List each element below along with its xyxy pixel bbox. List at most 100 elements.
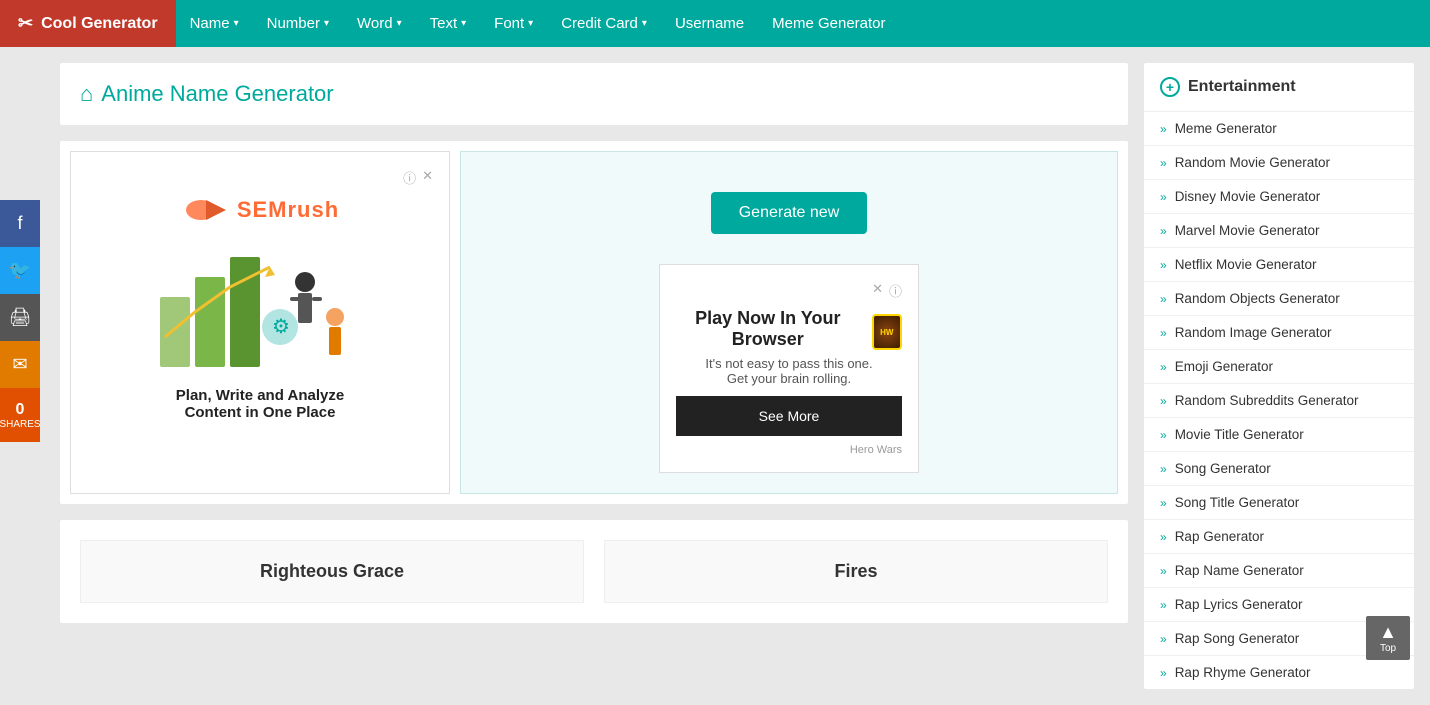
top-navigation: ✂ Cool Generator Name ▾ Number ▾ Word ▾ … (0, 0, 1430, 47)
result-card-2: Fires (604, 540, 1108, 603)
brand-name: Cool Generator (41, 15, 157, 33)
generate-area: Generate new ✕ ⓘ Play Now In Your Browse… (460, 151, 1118, 494)
sidebar-item-rap-rhyme-generator[interactable]: » Rap Rhyme Generator (1144, 656, 1414, 689)
generate-button[interactable]: Generate new (711, 192, 868, 234)
nav-item-word[interactable]: Word ▾ (343, 0, 416, 47)
scroll-to-top-button[interactable]: ▲ Top (1366, 616, 1410, 660)
dropdown-arrow-icon: ▾ (528, 18, 533, 29)
hero-wars-badge-icon: HW (872, 314, 902, 350)
page-header: ⌂ Anime Name Generator (60, 63, 1128, 125)
scroll-up-arrow-icon: ▲ (1379, 622, 1397, 643)
inner-ad-footer: Hero Wars (676, 444, 902, 456)
chevron-right-icon: » (1160, 666, 1167, 680)
sidebar-item-emoji-generator[interactable]: » Emoji Generator (1144, 350, 1414, 384)
sidebar-item-random-subreddits-generator[interactable]: » Random Subreddits Generator (1144, 384, 1414, 418)
sidebar-item-rap-name-generator[interactable]: » Rap Name Generator (1144, 554, 1414, 588)
print-icon: 🖨 (9, 307, 32, 328)
inner-ad-close-icon[interactable]: ✕ (872, 281, 883, 300)
inner-ad-title: Play Now In Your Browser (676, 308, 860, 350)
chevron-right-icon: » (1160, 564, 1167, 578)
inner-ad-subtitle: It's not easy to pass this one.Get your … (676, 356, 902, 386)
brand-logo[interactable]: ✂ Cool Generator (0, 0, 176, 47)
print-button[interactable]: 🖨 (0, 294, 40, 341)
scissors-icon: ✂ (18, 13, 33, 34)
chevron-right-icon: » (1160, 224, 1167, 238)
twitter-share-button[interactable]: 🐦 (0, 247, 40, 294)
chevron-right-icon: » (1160, 326, 1167, 340)
shares-counter: 0 SHARES (0, 388, 40, 442)
chevron-right-icon: » (1160, 428, 1167, 442)
sidebar-item-random-objects-generator[interactable]: » Random Objects Generator (1144, 282, 1414, 316)
chevron-right-icon: » (1160, 360, 1167, 374)
nav-items: Name ▾ Number ▾ Word ▾ Text ▾ Font ▾ Cre… (176, 0, 900, 47)
semrush-brand-text: SEMrush (237, 197, 339, 223)
chevron-right-icon: » (1160, 258, 1167, 272)
main-layout: ⌂ Anime Name Generator ⓘ ✕ (0, 47, 1430, 705)
sidebar-header-label: Entertainment (1188, 78, 1296, 96)
inner-ad-header: ✕ ⓘ (676, 281, 902, 300)
chevron-right-icon: » (1160, 632, 1167, 646)
sidebar: + Entertainment » Meme Generator » Rando… (1144, 63, 1414, 689)
sidebar-item-meme-generator[interactable]: » Meme Generator (1144, 112, 1414, 146)
semrush-logo-icon (181, 195, 231, 225)
sidebar-item-disney-movie-generator[interactable]: » Disney Movie Generator (1144, 180, 1414, 214)
dropdown-arrow-icon: ▾ (324, 18, 329, 29)
inner-ad: ✕ ⓘ Play Now In Your Browser HW It's not… (659, 264, 919, 473)
chevron-right-icon: » (1160, 598, 1167, 612)
chevron-right-icon: » (1160, 190, 1167, 204)
ad-illustration: ⚙ (150, 237, 370, 377)
email-share-button[interactable]: ✉ (0, 341, 40, 388)
chevron-right-icon: » (1160, 394, 1167, 408)
see-more-button[interactable]: See More (676, 396, 902, 436)
nav-item-font[interactable]: Font ▾ (480, 0, 547, 47)
nav-item-text[interactable]: Text ▾ (416, 0, 481, 47)
nav-item-meme-generator[interactable]: Meme Generator (758, 0, 899, 47)
home-icon[interactable]: ⌂ (80, 81, 93, 107)
sidebar-section-entertainment: + Entertainment » Meme Generator » Rando… (1144, 63, 1414, 689)
sidebar-item-rap-generator[interactable]: » Rap Generator (1144, 520, 1414, 554)
sidebar-item-random-image-generator[interactable]: » Random Image Generator (1144, 316, 1414, 350)
email-icon: ✉ (12, 354, 27, 375)
result-card-1: Righteous Grace (80, 540, 584, 603)
ad-close-icon[interactable]: ✕ (422, 168, 433, 187)
content-box: ⓘ ✕ SEMrush (60, 141, 1128, 504)
ad-left: ⓘ ✕ SEMrush (70, 151, 450, 494)
sidebar-item-random-movie-generator[interactable]: » Random Movie Generator (1144, 146, 1414, 180)
content-area: ⌂ Anime Name Generator ⓘ ✕ (60, 63, 1128, 689)
svg-text:⚙: ⚙ (272, 316, 290, 338)
facebook-share-button[interactable]: f (0, 200, 40, 247)
sidebar-item-movie-title-generator[interactable]: » Movie Title Generator (1144, 418, 1414, 452)
nav-item-name[interactable]: Name ▾ (176, 0, 253, 47)
ad-caption: Plan, Write and AnalyzeContent in One Pl… (176, 387, 344, 421)
shares-count: 0 (16, 401, 25, 419)
ad-area: ⓘ ✕ SEMrush (70, 151, 1118, 494)
dropdown-arrow-icon: ▾ (234, 18, 239, 29)
chevron-right-icon: » (1160, 122, 1167, 136)
ad-info-row: ⓘ ✕ (87, 168, 433, 187)
dropdown-arrow-icon: ▾ (642, 18, 647, 29)
dropdown-arrow-icon: ▾ (461, 18, 466, 29)
semrush-logo: SEMrush (181, 195, 339, 225)
chevron-right-icon: » (1160, 530, 1167, 544)
chevron-right-icon: » (1160, 292, 1167, 306)
sidebar-header-plus-icon: + (1160, 77, 1180, 97)
sidebar-item-netflix-movie-generator[interactable]: » Netflix Movie Generator (1144, 248, 1414, 282)
chevron-right-icon: » (1160, 156, 1167, 170)
nav-item-username[interactable]: Username (661, 0, 758, 47)
sidebar-header: + Entertainment (1144, 63, 1414, 112)
shares-label: SHARES (0, 419, 41, 430)
sidebar-item-song-title-generator[interactable]: » Song Title Generator (1144, 486, 1414, 520)
results-box: Righteous Grace Fires (60, 520, 1128, 623)
page-title: ⌂ Anime Name Generator (80, 81, 1108, 107)
facebook-icon: f (17, 213, 22, 234)
nav-item-number[interactable]: Number ▾ (253, 0, 343, 47)
inner-ad-info-icon[interactable]: ⓘ (889, 281, 902, 300)
ad-info-icon[interactable]: ⓘ (403, 168, 416, 187)
sidebar-item-marvel-movie-generator[interactable]: » Marvel Movie Generator (1144, 214, 1414, 248)
chevron-right-icon: » (1160, 496, 1167, 510)
twitter-icon: 🐦 (9, 260, 31, 281)
scroll-top-label: Top (1380, 643, 1396, 654)
sidebar-item-song-generator[interactable]: » Song Generator (1144, 452, 1414, 486)
dropdown-arrow-icon: ▾ (397, 18, 402, 29)
nav-item-credit-card[interactable]: Credit Card ▾ (547, 0, 661, 47)
